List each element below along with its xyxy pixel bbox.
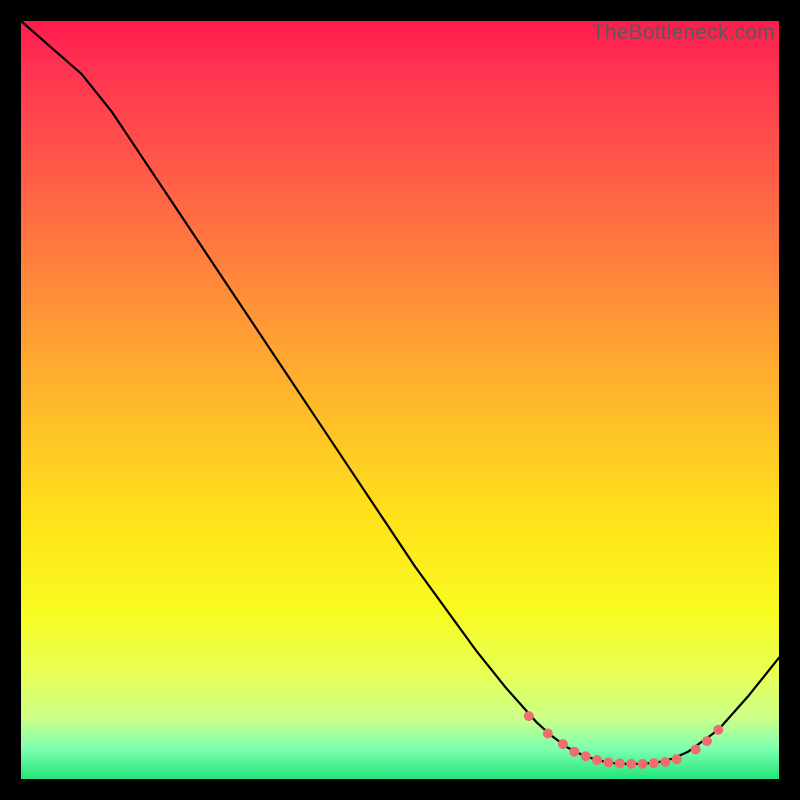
- marker-dot: [603, 757, 613, 767]
- chart-frame: TheBottleneck.com: [21, 21, 779, 779]
- marker-dot: [672, 754, 682, 764]
- marker-dot: [649, 758, 659, 768]
- marker-group: [524, 711, 724, 769]
- marker-dot: [702, 736, 712, 746]
- chart-svg: [21, 21, 779, 779]
- marker-dot: [626, 759, 636, 769]
- curve-line: [21, 21, 779, 764]
- marker-dot: [660, 757, 670, 767]
- watermark-text: TheBottleneck.com: [592, 21, 775, 45]
- marker-dot: [558, 739, 568, 749]
- marker-dot: [569, 747, 579, 757]
- marker-dot: [543, 729, 553, 739]
- marker-dot: [713, 725, 723, 735]
- marker-dot: [524, 711, 534, 721]
- marker-dot: [615, 758, 625, 768]
- marker-dot: [592, 755, 602, 765]
- marker-dot: [691, 744, 701, 754]
- marker-dot: [638, 759, 648, 769]
- marker-dot: [581, 751, 591, 761]
